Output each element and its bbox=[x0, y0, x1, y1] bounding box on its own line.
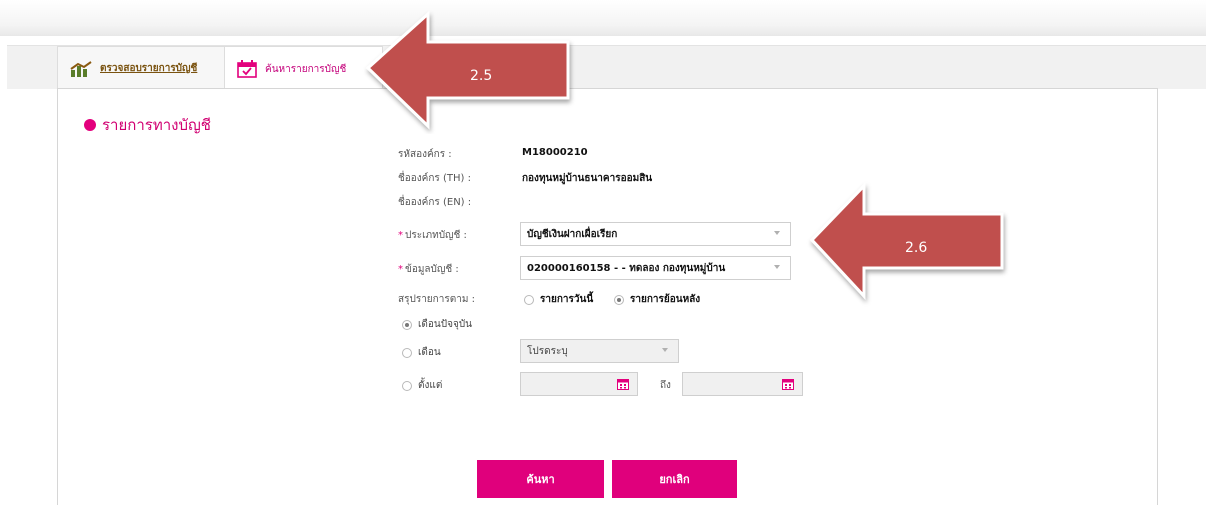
search-button[interactable]: ค้นหา bbox=[477, 460, 604, 498]
section-title: รายการทางบัญชี bbox=[84, 113, 211, 137]
radio-today-label: รายการวันนี้ bbox=[540, 294, 594, 305]
radio-from-dot bbox=[402, 380, 412, 391]
tab-search-accounts-label: ค้นหารายการบัญชี bbox=[265, 63, 347, 75]
callout-2-6-label: 2.6 bbox=[905, 240, 928, 256]
month-select-value: โปรดระบุ bbox=[527, 345, 568, 357]
summary-label: สรุปรายการตาม : bbox=[398, 294, 475, 305]
bar-chart-icon bbox=[70, 60, 92, 77]
org-name-th-label: ชื่อองค์กร (TH) : bbox=[398, 173, 471, 184]
radio-month[interactable]: เดือน bbox=[402, 345, 441, 360]
callout-2-5-label: 2.5 bbox=[470, 68, 493, 84]
date-to-input[interactable] bbox=[682, 372, 803, 396]
month-select[interactable]: โปรดระบุ bbox=[520, 339, 679, 363]
org-name-th-value: กองทุนหมู่บ้านธนาคารออมสิน bbox=[522, 173, 653, 184]
account-info-value: 020000160158 - - ทดลอง กองทุนหมู่บ้าน bbox=[527, 262, 726, 274]
chevron-down-icon bbox=[774, 231, 780, 235]
radio-history-dot bbox=[614, 294, 624, 305]
radio-today[interactable]: รายการวันนี้ bbox=[524, 292, 593, 307]
chevron-down-icon bbox=[774, 265, 780, 269]
bullet-icon bbox=[84, 119, 96, 131]
section-title-text: รายการทางบัญชี bbox=[102, 116, 211, 134]
tab-check-accounts-label: ตรวจสอบรายการบัญชี bbox=[100, 63, 198, 74]
radio-history-label: รายการย้อนหลัง bbox=[630, 294, 701, 305]
account-info-select[interactable]: 020000160158 - - ทดลอง กองทุนหมู่บ้าน bbox=[520, 256, 791, 280]
account-type-value: บัญชีเงินฝากเผื่อเรียก bbox=[527, 228, 618, 240]
calendar-icon[interactable] bbox=[782, 378, 794, 390]
chevron-down-icon bbox=[662, 348, 668, 352]
org-name-en-label: ชื่อองค์กร (EN) : bbox=[398, 197, 472, 208]
org-code-label: รหัสองค์กร : bbox=[398, 149, 452, 160]
account-type-select[interactable]: บัญชีเงินฝากเผื่อเรียก bbox=[520, 222, 791, 246]
cancel-button[interactable]: ยกเลิก bbox=[612, 460, 737, 498]
date-from-input[interactable] bbox=[520, 372, 638, 396]
calendar-check-icon bbox=[237, 60, 257, 78]
radio-current-month[interactable]: เดือนปัจจุบัน bbox=[402, 317, 472, 332]
top-fade bbox=[0, 0, 1206, 36]
calendar-icon[interactable] bbox=[617, 378, 629, 390]
tab-check-accounts[interactable]: ตรวจสอบรายการบัญชี bbox=[57, 46, 225, 90]
tab-search-accounts[interactable]: ค้นหารายการบัญชี bbox=[225, 46, 383, 91]
radio-current-month-label: เดือนปัจจุบัน bbox=[418, 319, 473, 330]
radio-from-label: ตั้งแต่ bbox=[418, 380, 443, 391]
org-code-value: M18000210 bbox=[522, 147, 588, 158]
radio-history[interactable]: รายการย้อนหลัง bbox=[614, 292, 700, 307]
tab-bar: ตรวจสอบรายการบัญชี ค้นหารายการบัญชี bbox=[7, 45, 1206, 91]
radio-from[interactable]: ตั้งแต่ bbox=[402, 378, 442, 393]
radio-month-dot bbox=[402, 347, 412, 358]
radio-today-dot bbox=[524, 294, 534, 305]
radio-month-label: เดือน bbox=[418, 347, 441, 358]
account-info-label: * ข้อมูลบัญชี : bbox=[398, 264, 459, 275]
to-label: ถึง bbox=[660, 380, 671, 391]
account-type-label: * ประเภทบัญชี : bbox=[398, 230, 467, 241]
radio-current-month-dot bbox=[402, 319, 412, 330]
